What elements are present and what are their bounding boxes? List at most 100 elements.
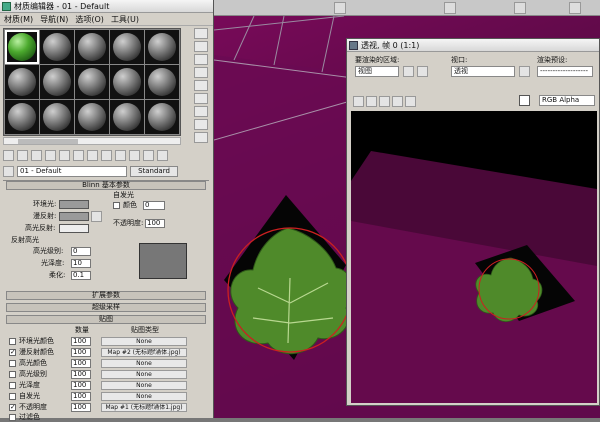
material-type-button[interactable]: Standard: [130, 165, 178, 177]
render-preset-dropdown[interactable]: -------------------: [537, 66, 593, 77]
diffuse-color-swatch[interactable]: [59, 212, 89, 221]
video-color-check-icon[interactable]: [194, 80, 208, 91]
sample-slot[interactable]: [75, 65, 109, 99]
rollout-maps[interactable]: 贴图: [6, 315, 206, 324]
sample-slot[interactable]: [40, 30, 74, 64]
map-slot-button[interactable]: Map #2 (无标题f涌体.jpg): [101, 348, 187, 357]
menu-item-tools[interactable]: 工具(U): [111, 13, 139, 25]
material-id-icon[interactable]: [101, 150, 112, 161]
material-editor-titlebar[interactable]: 材质编辑器 - 01 - Default: [0, 0, 213, 13]
self-illum-spinner[interactable]: 0: [143, 201, 165, 210]
rollout-extended-params[interactable]: 扩展参数: [6, 291, 206, 300]
select-by-material-icon[interactable]: [194, 119, 208, 130]
sample-slot[interactable]: [5, 65, 39, 99]
backlight-icon[interactable]: [194, 41, 208, 52]
uv-tiling-icon[interactable]: [194, 67, 208, 78]
menu-item-options[interactable]: 选项(O): [75, 13, 104, 25]
ambient-color-swatch[interactable]: [59, 200, 89, 209]
map-amount-spinner[interactable]: 100: [71, 359, 91, 368]
map-enable-checkbox[interactable]: [9, 403, 16, 411]
sample-slot[interactable]: [145, 65, 179, 99]
menu-item-navigation[interactable]: 导航(N): [40, 13, 68, 25]
material-name-field[interactable]: 01 - Default: [17, 165, 127, 177]
sample-slot[interactable]: [110, 30, 144, 64]
auto-region-icon[interactable]: [417, 66, 428, 77]
map-slot-button[interactable]: Map #1 (无标题f涌体1.jpg): [101, 403, 187, 412]
save-image-icon[interactable]: [353, 96, 364, 107]
reset-map-icon[interactable]: [45, 150, 56, 161]
specular-level-spinner[interactable]: 0: [71, 247, 91, 256]
map-amount-spinner[interactable]: 100: [71, 337, 91, 346]
map-enable-checkbox[interactable]: [9, 371, 16, 378]
scrollbar-thumb[interactable]: [18, 139, 78, 144]
edit-region-icon[interactable]: [403, 66, 414, 77]
map-slot-button[interactable]: None: [101, 381, 187, 390]
map-enable-checkbox[interactable]: [9, 360, 16, 367]
copy-image-icon[interactable]: [366, 96, 377, 107]
soften-spinner[interactable]: 0.1: [71, 271, 91, 280]
sample-slot[interactable]: [75, 30, 109, 64]
lock-viewport-icon[interactable]: [519, 66, 530, 77]
show-map-icon[interactable]: [115, 150, 126, 161]
map-amount-spinner[interactable]: 100: [71, 348, 91, 357]
map-amount-spinner[interactable]: 100: [71, 381, 91, 390]
clear-icon[interactable]: [405, 96, 416, 107]
glossiness-spinner[interactable]: 10: [71, 259, 91, 268]
map-slot-button[interactable]: None: [101, 370, 187, 379]
make-unique-icon[interactable]: [73, 150, 84, 161]
map-amount-spinner[interactable]: 100: [71, 392, 91, 401]
self-illum-color-checkbox[interactable]: [113, 202, 120, 209]
show-end-result-icon[interactable]: [129, 150, 140, 161]
render-titlebar[interactable]: 透视, 帧 0 (1:1): [347, 39, 599, 52]
channel-display-dropdown[interactable]: RGB Alpha: [539, 95, 595, 106]
sample-slot[interactable]: [40, 65, 74, 99]
pick-material-icon[interactable]: [3, 165, 14, 177]
map-slot-button[interactable]: None: [101, 359, 187, 368]
diffuse-map-button[interactable]: [91, 211, 102, 222]
get-material-icon[interactable]: [3, 150, 14, 161]
map-enable-checkbox[interactable]: [9, 348, 16, 356]
map-slot-button[interactable]: None: [101, 337, 187, 346]
go-to-parent-icon[interactable]: [143, 150, 154, 161]
map-enable-checkbox[interactable]: [9, 338, 16, 345]
sample-slot[interactable]: [145, 30, 179, 64]
map-amount-spinner[interactable]: 100: [71, 403, 91, 412]
map-amount-spinner[interactable]: 100: [71, 370, 91, 379]
assign-to-selection-icon[interactable]: [31, 150, 42, 161]
put-to-scene-icon[interactable]: [17, 150, 28, 161]
menu-item-material[interactable]: 材质(M): [4, 13, 33, 25]
copy-material-icon[interactable]: [59, 150, 70, 161]
specular-color-swatch[interactable]: [59, 224, 89, 233]
print-image-icon[interactable]: [392, 96, 403, 107]
sample-slot[interactable]: [75, 100, 109, 134]
go-forward-sibling-icon[interactable]: [157, 150, 168, 161]
sample-slot[interactable]: [110, 65, 144, 99]
swatch-color-box[interactable]: [519, 95, 530, 106]
clone-frame-icon[interactable]: [379, 96, 390, 107]
material-navigator-icon[interactable]: [194, 132, 208, 143]
opacity-spinner[interactable]: 100: [145, 219, 165, 228]
options-icon[interactable]: [194, 106, 208, 117]
map-enable-checkbox[interactable]: [9, 393, 16, 400]
soften-label: 柔化:: [49, 271, 66, 279]
background-icon[interactable]: [194, 54, 208, 65]
sample-slot[interactable]: [5, 100, 39, 134]
sample-slot[interactable]: [145, 100, 179, 134]
put-to-library-icon[interactable]: [87, 150, 98, 161]
make-preview-icon[interactable]: [194, 93, 208, 104]
viewport-dropdown[interactable]: 透视: [451, 66, 515, 77]
sample-slot[interactable]: [5, 30, 39, 64]
map-slot-button[interactable]: None: [101, 392, 187, 401]
rollout-supersampling[interactable]: 超级采样: [6, 303, 206, 312]
material-preview-sphere: [113, 33, 141, 61]
rendered-image: [351, 111, 597, 403]
specular-label: 高光反射:: [25, 224, 56, 232]
rollout-basic-params[interactable]: Blinn 基本参数: [6, 181, 206, 190]
sample-slot[interactable]: [110, 100, 144, 134]
map-label: 高光颜色: [19, 359, 47, 367]
area-to-render-dropdown[interactable]: 视图: [355, 66, 399, 77]
map-enable-checkbox[interactable]: [9, 382, 16, 389]
sample-slot[interactable]: [40, 100, 74, 134]
sample-type-icon[interactable]: [194, 28, 208, 39]
slots-scrollbar[interactable]: [3, 137, 181, 145]
